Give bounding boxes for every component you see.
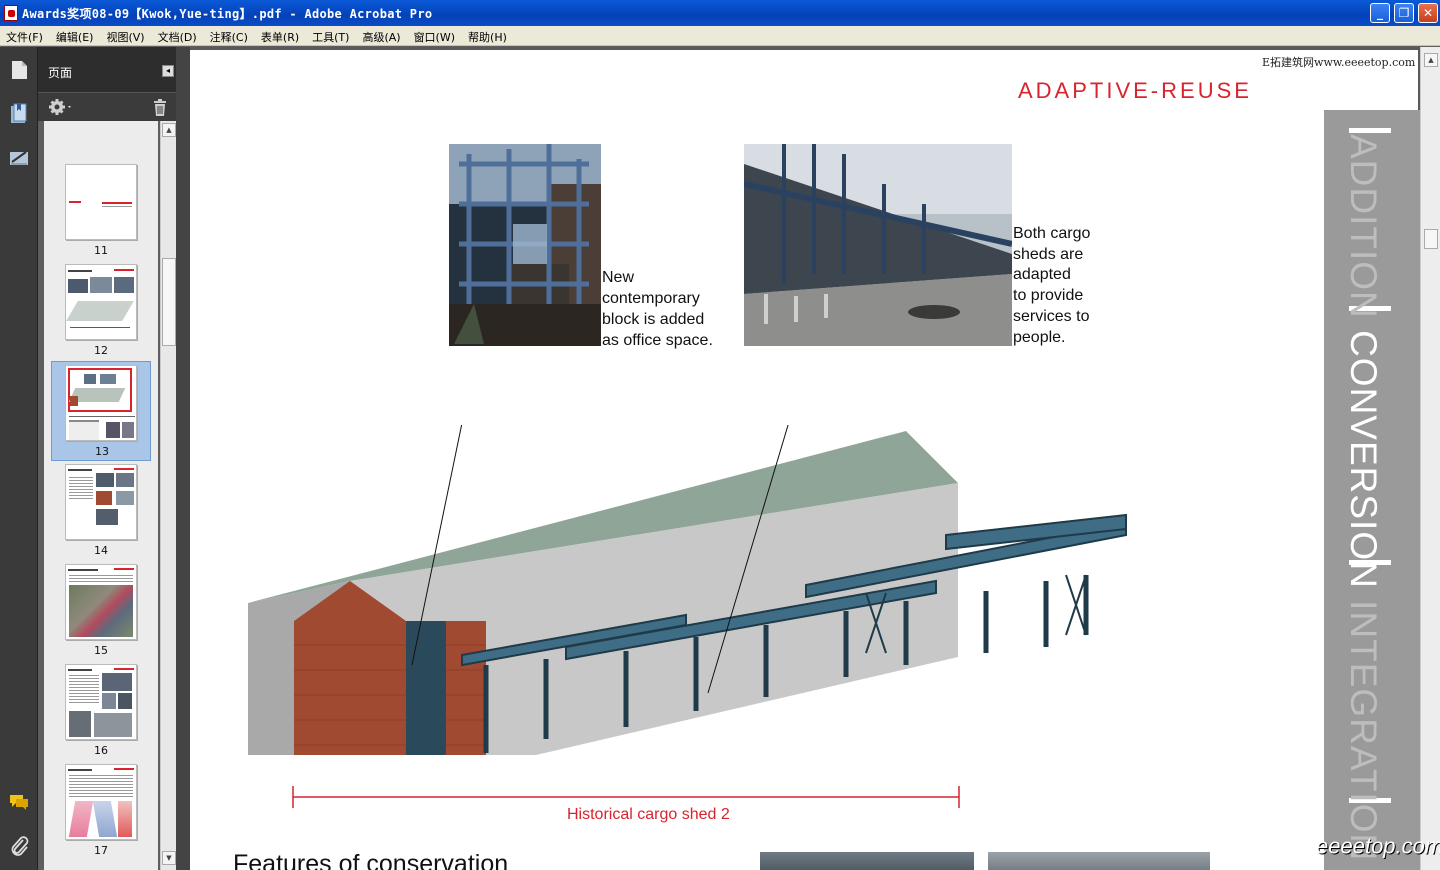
document-scrollbar[interactable]: ▲ xyxy=(1420,47,1440,870)
pdf-page: ADAPTIVE-REUSE ADDITION CONVERSION INTEG… xyxy=(190,50,1420,870)
dimension-label: Historical cargo shed 2 xyxy=(567,806,730,823)
thumbnail-image xyxy=(65,365,137,441)
bottom-photo-left xyxy=(760,852,974,870)
comments-icon[interactable] xyxy=(8,791,30,813)
scroll-up-arrow[interactable]: ▲ xyxy=(162,123,176,137)
logo-url: eeeetop.com xyxy=(1316,833,1440,859)
cargo-sheds-photo xyxy=(744,144,1012,346)
page-header-title: ADAPTIVE-REUSE xyxy=(1018,78,1252,103)
menu-comments[interactable]: 注释(C) xyxy=(204,28,255,48)
menu-window[interactable]: 窗口(W) xyxy=(408,28,462,48)
side-band-conversion: CONVERSION xyxy=(1343,330,1384,589)
pages-panel-header: 页面 ◂ xyxy=(38,47,180,93)
menu-file[interactable]: 文件(F) xyxy=(0,28,50,48)
doc-scrollbar-thumb[interactable] xyxy=(1424,229,1438,249)
watermark-text: E拓建筑网www.eeeetop.com xyxy=(1262,56,1416,69)
close-button[interactable]: ✕ xyxy=(1418,3,1438,23)
thumbnail-image xyxy=(65,264,137,340)
thumbnail-page[interactable]: 12 xyxy=(44,261,158,361)
restore-button[interactable]: ❐ xyxy=(1394,3,1414,23)
document-view: ADAPTIVE-REUSE ADDITION CONVERSION INTEG… xyxy=(190,47,1420,870)
thumbnail-number: 13 xyxy=(95,445,109,458)
acrobat-app-icon xyxy=(4,5,18,21)
window-title: Awards奖项08-09【Kwok,Yue-ting】.pdf - Adobe… xyxy=(22,7,433,21)
panel-splitter[interactable] xyxy=(176,47,190,870)
thumbnail-number: 15 xyxy=(94,644,108,657)
thumbnail-image xyxy=(65,764,137,840)
caption-new-block: New contemporary block is added as offic… xyxy=(602,269,713,349)
thumbnail-image xyxy=(65,164,137,240)
thumbnail-number: 16 xyxy=(94,744,108,757)
menu-document[interactable]: 文档(D) xyxy=(152,28,204,48)
signatures-icon[interactable] xyxy=(8,147,30,169)
menu-advanced[interactable]: 高级(A) xyxy=(356,28,407,48)
side-band-text: ADDITION CONVERSION INTEGRATION E xyxy=(1342,134,1384,870)
menu-help[interactable]: 帮助(H) xyxy=(462,28,514,48)
thumbnail-page[interactable]: 11 xyxy=(44,161,158,261)
scroll-down-arrow[interactable]: ▼ xyxy=(162,851,176,865)
menu-forms[interactable]: 表单(R) xyxy=(255,28,306,48)
thumbnail-number: 14 xyxy=(94,544,108,557)
thumbnail-image xyxy=(65,464,137,540)
side-band-addition: ADDITION xyxy=(1343,134,1384,331)
thumbnail-page[interactable]: 17 xyxy=(44,761,158,861)
thumbnail-number: 12 xyxy=(94,344,108,357)
doc-scroll-up-arrow[interactable]: ▲ xyxy=(1424,53,1438,67)
thumbnail-page[interactable]: 15 xyxy=(44,561,158,661)
thumbnail-page[interactable]: 16 xyxy=(44,661,158,761)
side-category-band: ADDITION CONVERSION INTEGRATION E xyxy=(1324,110,1420,870)
navigation-rail xyxy=(0,47,38,870)
panel-toolbar xyxy=(38,93,180,121)
thumbnail-page[interactable]: 14 xyxy=(44,461,158,561)
watermark-logo: e 拓eeeetop.com xyxy=(1258,828,1440,868)
menu-bar: 文件(F) 编辑(E) 视图(V) 文档(D) 注释(C) 表单(R) 工具(T) 高级(A)… xyxy=(0,26,1440,46)
logo-e-mark: e xyxy=(1258,831,1288,862)
logo-tuo: 拓 xyxy=(1290,833,1317,863)
attachments-icon[interactable] xyxy=(8,835,30,857)
section-title: Features of conservation xyxy=(233,850,509,870)
title-bar[interactable]: Awards奖项08-09【Kwok,Yue-ting】.pdf - Adobe… xyxy=(0,0,1440,26)
menu-edit[interactable]: 编辑(E) xyxy=(50,28,101,48)
thumbnail-image xyxy=(65,664,137,740)
thumbnails-scrollbar[interactable]: ▲ ▼ xyxy=(160,121,176,870)
menu-tools[interactable]: 工具(T) xyxy=(306,28,356,48)
menu-view[interactable]: 视图(V) xyxy=(100,28,151,48)
thumbnail-image xyxy=(65,564,137,640)
options-gear-icon[interactable] xyxy=(48,98,74,116)
acrobat-window: Awards奖项08-09【Kwok,Yue-ting】.pdf - Adobe… xyxy=(0,0,1440,870)
bottom-photo-right xyxy=(988,852,1210,870)
collapse-panel-button[interactable]: ◂ xyxy=(162,65,174,77)
minimize-button[interactable]: _ xyxy=(1370,3,1390,23)
thumbnail-page[interactable]: 10 xyxy=(44,121,158,141)
scrollbar-thumb[interactable] xyxy=(162,258,176,346)
thumbnail-number: 11 xyxy=(94,244,108,257)
pages-icon[interactable] xyxy=(8,59,30,81)
panel-title: 页面 xyxy=(48,66,73,80)
thumbnail-page-selected[interactable]: 13 xyxy=(51,361,151,461)
bookmarks-icon[interactable] xyxy=(8,103,30,125)
thumbnail-number: 17 xyxy=(94,844,108,857)
caption-cargo-sheds: Both cargo sheds are adapted to provide … xyxy=(1013,225,1091,346)
trash-icon[interactable] xyxy=(152,99,168,116)
page-thumbnails: 10 11 12 xyxy=(44,121,158,870)
office-block-photo xyxy=(449,144,601,346)
cargo-shed-3d-model xyxy=(248,425,1127,755)
